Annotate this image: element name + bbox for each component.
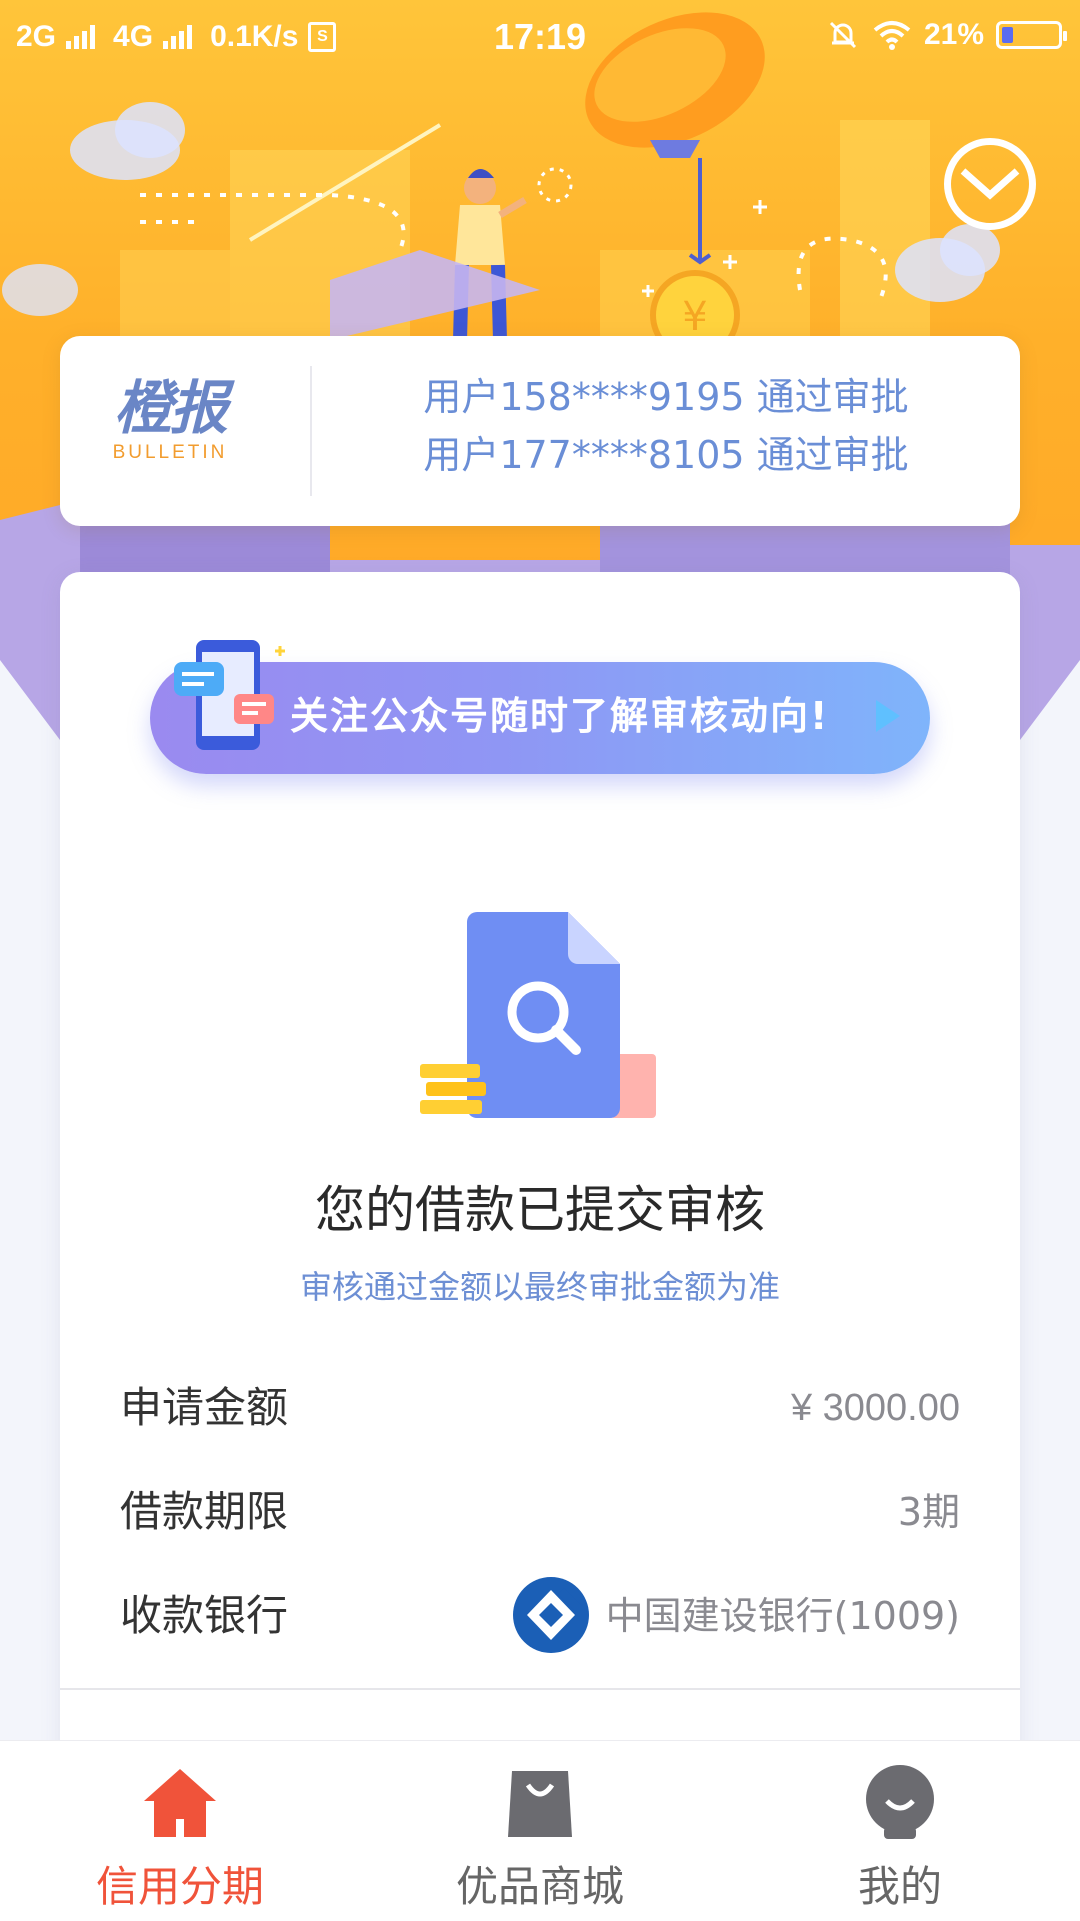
- shopping-bag-icon: [508, 1771, 572, 1837]
- bulletin-item: 用户177****8105 通过审批: [423, 433, 909, 477]
- banner-text: 关注公众号随时了解审核动向!: [290, 694, 830, 738]
- detail-label: 借款期限: [120, 1487, 289, 1536]
- home-icon: [144, 1769, 216, 1837]
- detail-value: 3期: [897, 1490, 960, 1534]
- detail-row-term: 借款期限 3期: [120, 1482, 960, 1542]
- message-icon[interactable]: [944, 138, 1036, 230]
- review-subtitle: 审核通过金额以最终审批金额为准: [299, 1268, 780, 1306]
- bottom-tab-bar: 信用分期 优品商城 我的: [0, 1740, 1080, 1921]
- bulletin-logo: 橙报 BULLETIN: [90, 376, 250, 464]
- tab-label: 我的: [857, 1862, 942, 1911]
- profile-icon: [866, 1765, 934, 1839]
- tab-label: 信用分期: [95, 1862, 264, 1911]
- detail-row-bank[interactable]: 收款银行 中国建设银行(1009): [120, 1577, 960, 1653]
- card-divider: [60, 1688, 1020, 1690]
- tab-mine[interactable]: 我的: [720, 1741, 1080, 1921]
- bulletin-card[interactable]: 橙报 BULLETIN 用户158****9195 通过审批 用户177****…: [60, 336, 1020, 526]
- bulletin-items: 用户158****9195 通过审批 用户177****8105 通过审批: [312, 368, 1020, 484]
- detail-row-amount: 申请金额 ¥ 3000.00: [120, 1378, 960, 1438]
- review-title: 您的借款已提交审核: [315, 1181, 765, 1239]
- tab-credit-installment[interactable]: 信用分期: [0, 1741, 360, 1921]
- battery-icon: [996, 21, 1067, 49]
- bulletin-item: 用户158****9195 通过审批: [423, 375, 909, 419]
- battery-percent: 21%: [923, 18, 984, 51]
- ccb-bank-icon: [513, 1577, 589, 1653]
- phone-chat-icon: [174, 640, 285, 750]
- arrow-right-icon: [876, 700, 900, 732]
- document-search-icon: [420, 912, 656, 1118]
- bulletin-logo-text: 橙报: [113, 374, 228, 442]
- svg-text:¥: ¥: [682, 294, 707, 340]
- wifi-icon: [873, 21, 911, 50]
- bulletin-logo-subtext: BULLETIN: [112, 442, 228, 463]
- loan-status-card: 关注公众号随时了解审核动向! 您的借款已提交审核 审核通过金额以最终审批金额为准…: [60, 572, 1020, 1872]
- detail-value: 中国建设银行(1009): [605, 1594, 960, 1638]
- mute-bell-icon: [829, 21, 857, 49]
- status-bar: 2G 4G 0.1K/s S 17:19 21%: [0, 0, 1080, 78]
- tab-mall[interactable]: 优品商城: [360, 1741, 720, 1921]
- tab-label: 优品商城: [455, 1862, 624, 1911]
- detail-value: ¥ 3000.00: [790, 1387, 960, 1429]
- detail-label: 收款银行: [120, 1591, 289, 1640]
- detail-label: 申请金额: [120, 1383, 289, 1432]
